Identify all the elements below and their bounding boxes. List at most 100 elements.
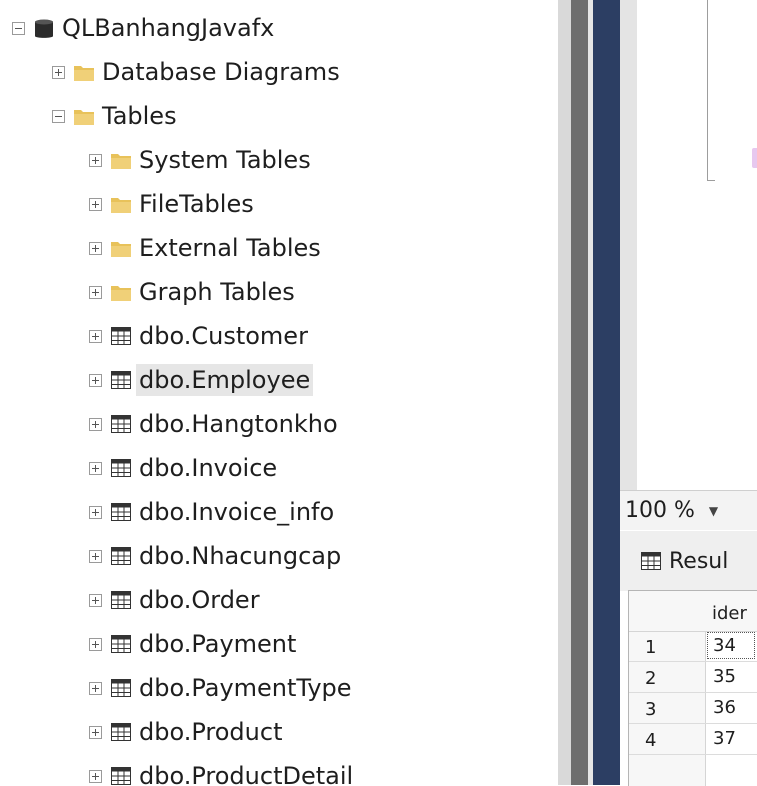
tree-node-label[interactable]: System Tables [136,144,314,176]
tree-node-graph-tables[interactable]: Graph Tables [89,272,298,312]
tree-node-label[interactable]: Database Diagrams [99,56,343,88]
tree-node-table-product[interactable]: dbo.Product [89,712,285,752]
tree-node-table-hangtonkho[interactable]: dbo.Hangtonkho [89,404,341,444]
tree-node-system-tables[interactable]: System Tables [89,140,314,180]
row-number: 1 [645,637,657,658]
table-icon [111,723,131,741]
tree-node-label[interactable]: dbo.ProductDetail [136,760,356,785]
zoom-bar: 100 % ▼ [620,490,757,530]
tree-node-label[interactable]: dbo.Product [136,716,285,748]
table-row[interactable]: 4 37 [629,724,757,755]
tree-node-label[interactable]: External Tables [136,232,324,264]
expand-toggle[interactable] [89,241,102,255]
grid-cell[interactable]: 35 [713,666,736,687]
tree-node-table-paymenttype[interactable]: dbo.PaymentType [89,668,355,708]
bracket-marker [752,148,757,168]
tree-node-table-employee[interactable]: dbo.Employee [89,360,314,400]
results-tab[interactable]: Resul [620,531,757,591]
table-icon [111,327,131,345]
tree-node-label[interactable]: dbo.Invoice_info [136,496,337,528]
table-row[interactable]: 3 36 [629,693,757,724]
expand-toggle[interactable] [89,549,102,563]
expand-toggle[interactable] [89,197,102,211]
table-icon [111,767,131,785]
tree-node-table-customer[interactable]: dbo.Customer [89,316,311,356]
panel-splitter[interactable] [558,0,571,785]
zoom-level-select[interactable]: 100 % [625,498,695,523]
tree-node-label[interactable]: dbo.Nhacungcap [136,540,344,572]
table-icon [111,371,131,389]
database-icon [35,19,53,38]
tree-node-label[interactable]: dbo.Employee [136,364,314,396]
tree-node-filetables[interactable]: FileTables [89,184,257,224]
folder-icon [111,197,131,213]
expand-toggle[interactable] [89,505,102,519]
tree-node-label[interactable]: dbo.Customer [136,320,311,352]
expand-toggle[interactable] [89,285,102,299]
expand-toggle[interactable] [89,593,102,607]
tree-node-label[interactable]: FileTables [136,188,257,220]
table-icon [111,503,131,521]
editor-gutter [593,0,620,785]
row-number: 2 [645,668,657,689]
table-icon [111,591,131,609]
expand-toggle[interactable] [89,329,102,343]
tree-node-table-invoice-info[interactable]: dbo.Invoice_info [89,492,337,532]
tree-node-tables[interactable]: Tables [52,96,180,136]
column-header[interactable]: ider [712,603,747,624]
query-editor[interactable] [637,0,757,490]
expand-toggle[interactable] [89,153,102,167]
results-grid[interactable]: ider 1 34 2 35 3 36 4 37 [628,590,757,786]
tree-node-table-productdetail[interactable]: dbo.ProductDetail [89,756,356,785]
table-icon [111,635,131,653]
tree-node-label[interactable]: Tables [99,100,180,132]
table-icon [111,459,131,477]
table-icon [111,547,131,565]
expand-toggle[interactable] [89,373,102,387]
scrollbar-track[interactable] [571,0,588,785]
tree-node-database-diagrams[interactable]: Database Diagrams [52,52,343,92]
expand-toggle[interactable] [89,637,102,651]
expand-toggle[interactable] [89,769,102,783]
table-icon [111,415,131,433]
outline-line [707,0,708,180]
tree-node-table-payment[interactable]: dbo.Payment [89,624,299,664]
tree-node-label[interactable]: QLBanhangJavafx [59,12,277,44]
grid-cell[interactable]: 37 [713,728,736,749]
tree-node-label[interactable]: dbo.Invoice [136,452,280,484]
folder-icon [74,109,94,125]
tree-node-table-nhacungcap[interactable]: dbo.Nhacungcap [89,536,344,576]
folder-icon [111,153,131,169]
collapse-toggle[interactable] [12,21,25,35]
tree-node-external-tables[interactable]: External Tables [89,228,324,268]
folder-icon [74,65,94,81]
row-number: 3 [645,699,657,720]
folder-icon [111,241,131,257]
table-row[interactable]: 2 35 [629,662,757,693]
table-row[interactable]: 1 34 [629,631,757,662]
grid-cell[interactable]: 34 [713,635,736,656]
tree-node-database[interactable]: QLBanhangJavafx [12,8,277,48]
folder-icon [111,285,131,301]
expand-toggle[interactable] [89,681,102,695]
tree-node-label[interactable]: dbo.Order [136,584,263,616]
grid-cell[interactable]: 36 [713,697,736,718]
row-number: 4 [645,730,657,751]
table-icon [111,679,131,697]
expand-toggle[interactable] [52,65,65,79]
object-explorer-tree: QLBanhangJavafx Database Diagrams Tables… [0,0,560,785]
tree-node-table-invoice[interactable]: dbo.Invoice [89,448,280,488]
tree-node-label[interactable]: dbo.Hangtonkho [136,408,341,440]
grid-icon [641,552,661,570]
expand-toggle[interactable] [89,461,102,475]
tree-node-label[interactable]: dbo.Payment [136,628,299,660]
tree-node-label[interactable]: dbo.PaymentType [136,672,355,704]
expand-toggle[interactable] [89,417,102,431]
collapse-toggle[interactable] [52,109,65,123]
expand-toggle[interactable] [89,725,102,739]
tree-node-table-order[interactable]: dbo.Order [89,580,263,620]
tree-node-label[interactable]: Graph Tables [136,276,298,308]
outline-tick [707,180,715,181]
chevron-down-icon[interactable]: ▼ [709,504,718,518]
results-tab-label[interactable]: Resul [669,549,728,574]
